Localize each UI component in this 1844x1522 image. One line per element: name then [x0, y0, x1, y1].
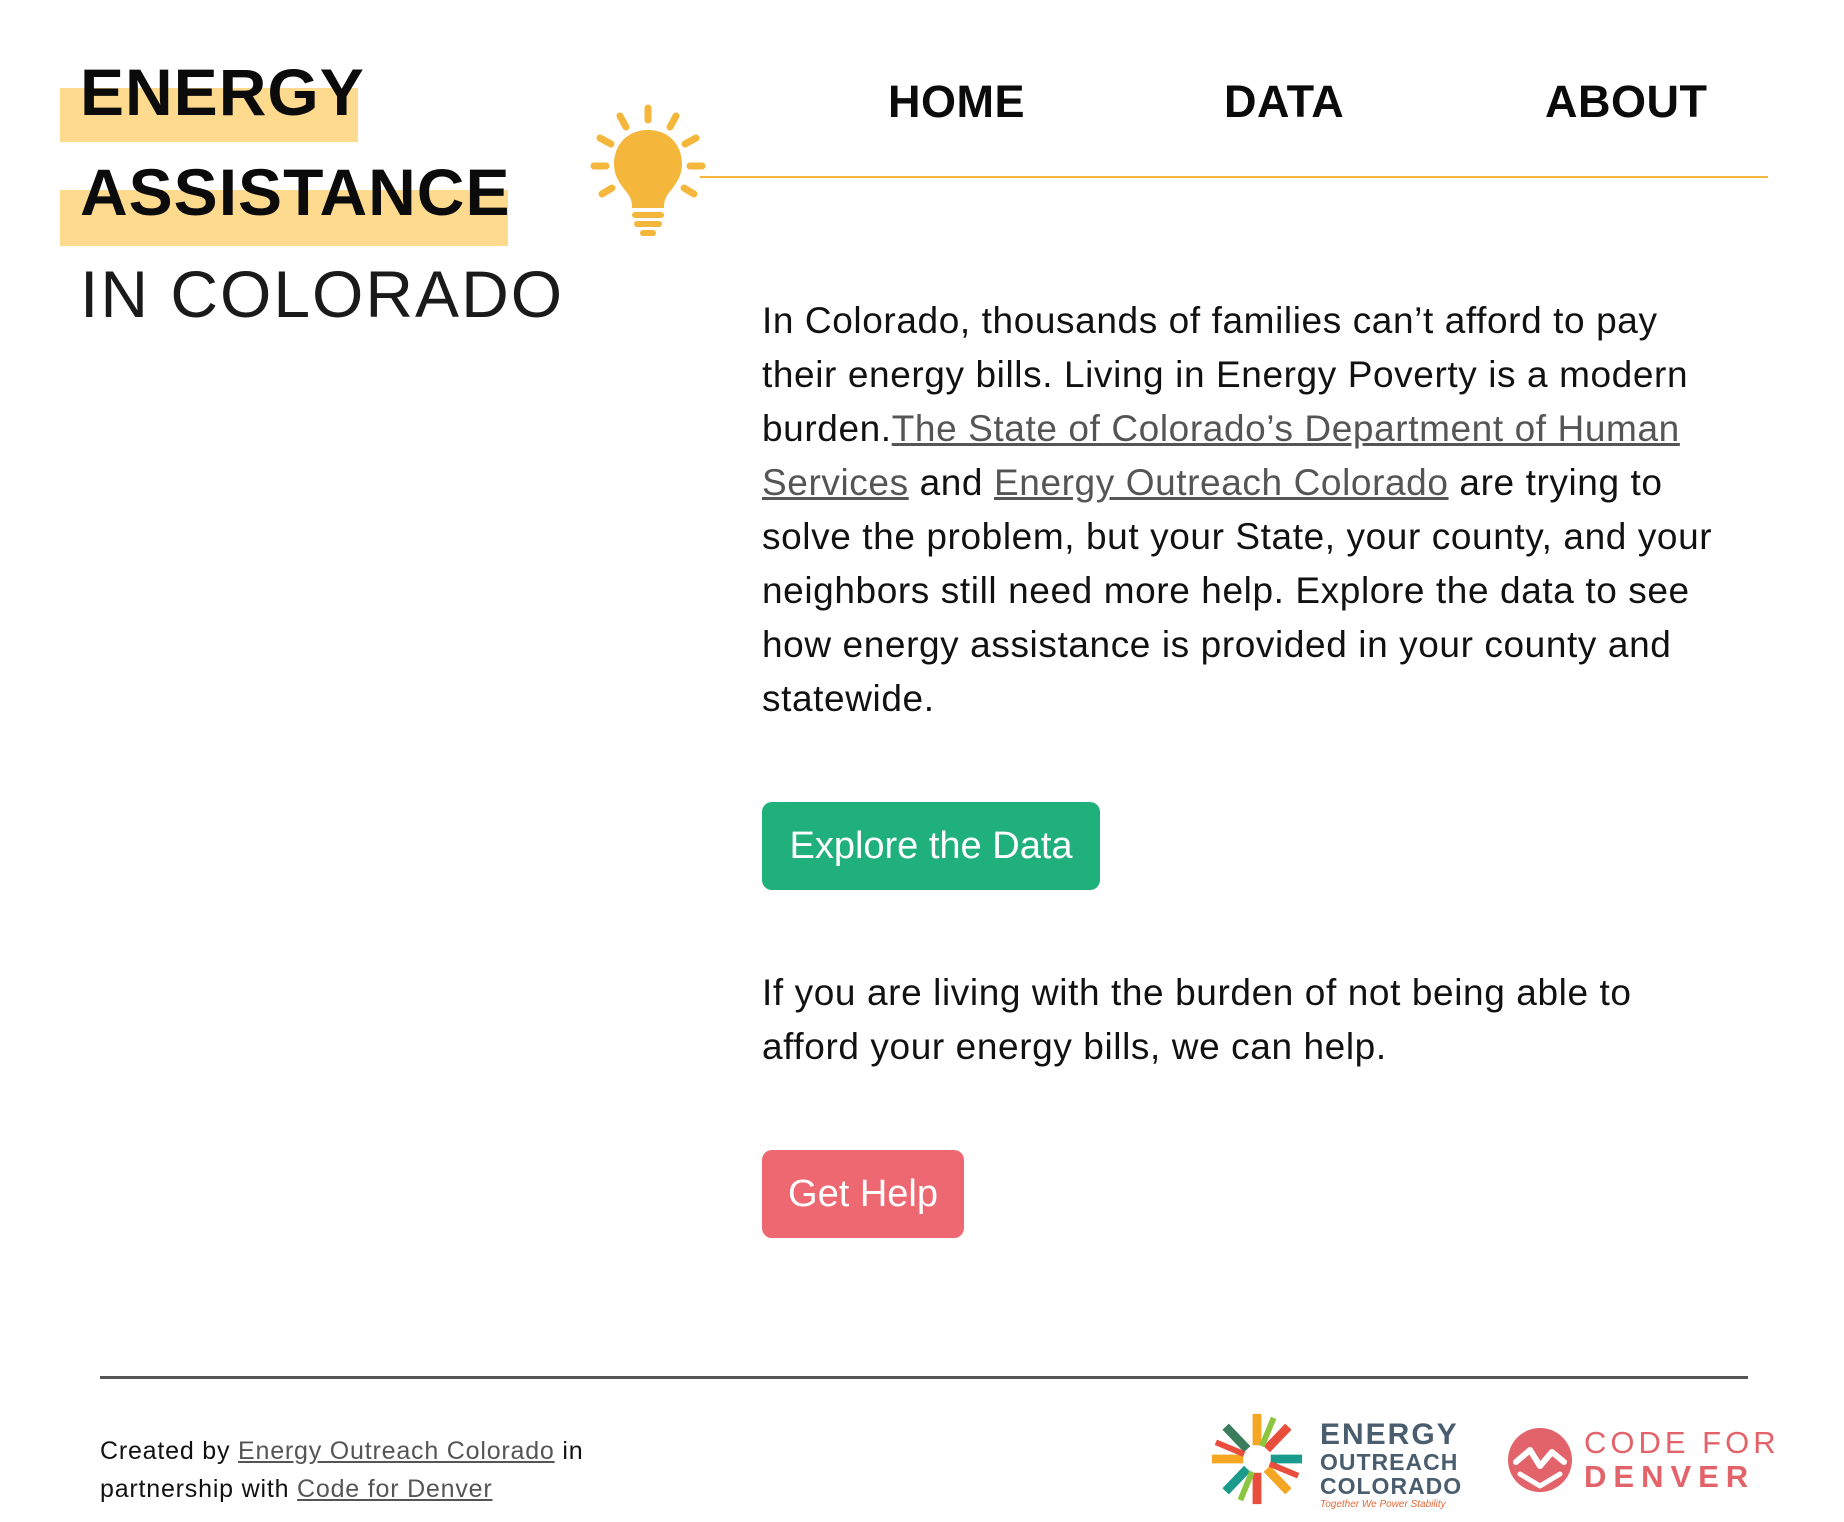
title-line-energy: ENERGY [80, 55, 365, 129]
get-help-button[interactable]: Get Help [762, 1150, 964, 1238]
lightbulb-icon [590, 104, 706, 236]
eoc-wordmark: ENERGY OUTREACH COLORADO Together We Pow… [1320, 1420, 1462, 1512]
eoc-tagline: Together We Power Stability [1320, 1499, 1446, 1510]
link-energy-outreach[interactable]: Energy Outreach Colorado [994, 462, 1449, 503]
eoc-line-energy: ENERGY [1320, 1418, 1459, 1451]
footer-link-cfd[interactable]: Code for Denver [297, 1475, 492, 1503]
cfd-wordmark: CODE FOR DENVER [1584, 1426, 1780, 1494]
cfd-line-code-for: CODE FOR [1584, 1425, 1780, 1460]
eoc-line-outreach: OUTREACH [1320, 1449, 1459, 1475]
help-paragraph: If you are living with the burden of not… [762, 972, 1632, 1067]
explore-data-button[interactable]: Explore the Data [762, 802, 1100, 890]
title-line-colorado: IN COLORADO [80, 257, 565, 331]
nav-divider [700, 176, 1768, 178]
intro-paragraph: In Colorado, thousands of families can’t… [762, 294, 1722, 726]
nav-about[interactable]: ABOUT [1545, 76, 1707, 128]
footer-text-created: Created by [100, 1437, 239, 1465]
nav-data[interactable]: DATA [1224, 76, 1344, 128]
footer-link-eoc[interactable]: Energy Outreach Colorado [238, 1437, 555, 1465]
footer-credits: Created by Energy Outreach Colorado in p… [100, 1432, 660, 1508]
eoc-starburst-icon [1211, 1413, 1303, 1505]
cfd-map-pin-icon [1508, 1428, 1572, 1492]
nav-home[interactable]: HOME [888, 76, 1025, 128]
title-line-assistance: ASSISTANCE [80, 155, 511, 229]
eoc-line-colorado: COLORADO [1320, 1473, 1463, 1499]
intro-text-2: and [908, 462, 994, 503]
footer-divider [100, 1376, 1748, 1379]
cfd-line-denver: DENVER [1584, 1459, 1756, 1494]
